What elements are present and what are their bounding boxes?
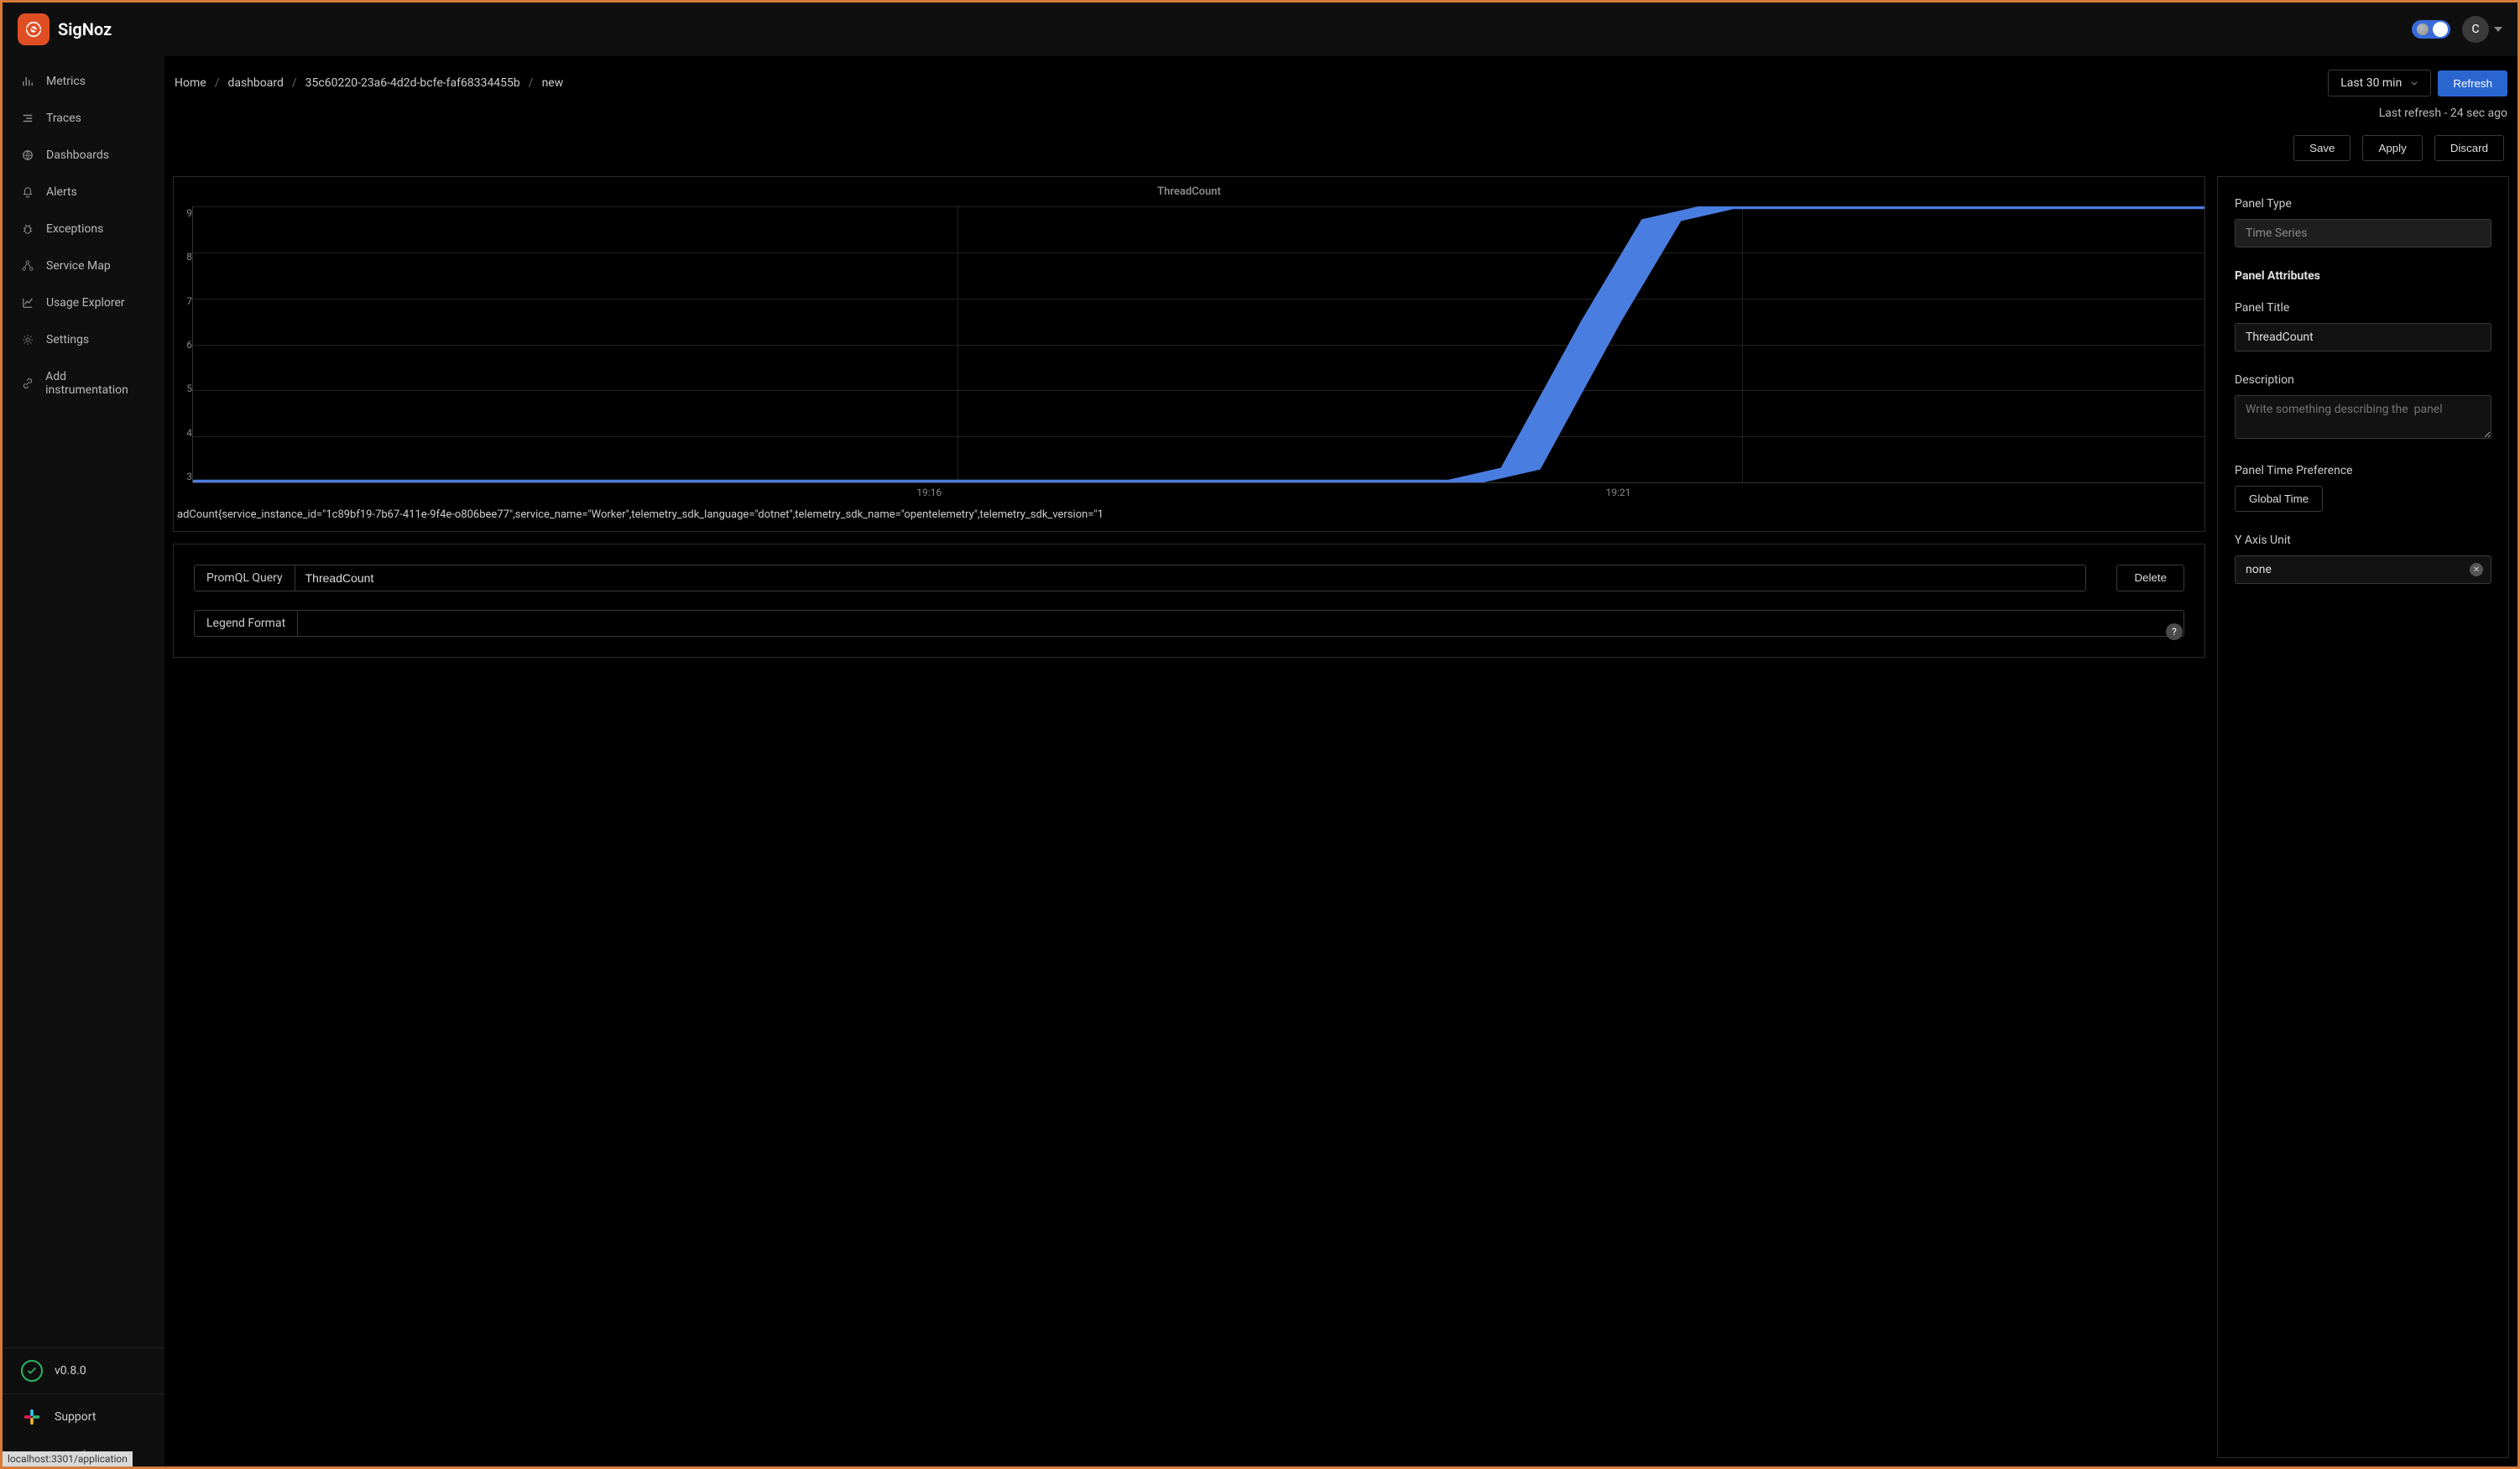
check-circle-icon <box>21 1360 43 1382</box>
breadcrumb-home[interactable]: Home <box>175 76 206 90</box>
breadcrumb: Home / dashboard / 35c60220-23a6-4d2d-bc… <box>175 76 563 90</box>
description-input[interactable] <box>2235 395 2491 439</box>
sidebar-item-service-map[interactable]: Service Map <box>3 247 164 284</box>
sidebar-item-label: Exceptions <box>46 222 103 236</box>
panel-action-row: Save Apply Discard <box>173 125 2509 176</box>
description-label: Description <box>2235 373 2491 387</box>
legend-format-input[interactable] <box>298 610 2184 637</box>
breadcrumb-id[interactable]: 35c60220-23a6-4d2d-bcfe-faf68334455b <box>305 76 520 90</box>
y-axis-unit-input[interactable] <box>2235 555 2491 584</box>
brand-name: SigNoz <box>58 19 112 39</box>
theme-toggle[interactable] <box>2412 20 2450 39</box>
y-axis: 9 8 7 6 5 4 3 <box>174 206 192 483</box>
sidebar-item-label: Service Map <box>46 259 111 273</box>
last-refresh-text: Last refresh - 24 sec ago <box>173 102 2509 125</box>
panel-title-label: Panel Title <box>2235 301 2491 315</box>
brand-logo-icon <box>18 13 50 45</box>
panel-time-pref-label: Panel Time Preference <box>2235 464 2491 477</box>
sidebar-support[interactable]: Support <box>3 1393 164 1440</box>
chart-panel: ThreadCount 9 8 7 6 5 4 3 <box>173 176 2205 532</box>
bar-chart-icon <box>21 75 34 88</box>
sidebar-item-label: Usage Explorer <box>46 296 125 310</box>
support-label: Support <box>55 1410 96 1424</box>
bell-icon <box>21 185 34 199</box>
panel-settings: Panel Type Panel Attributes Panel Title … <box>2217 176 2509 1458</box>
version-label: v0.8.0 <box>55 1364 86 1378</box>
chevron-down-icon <box>2410 79 2418 87</box>
sidebar-item-label: Add instrumentation <box>45 370 146 397</box>
y-axis-unit-label: Y Axis Unit <box>2235 534 2491 547</box>
line-chart-icon <box>21 296 34 310</box>
list-icon <box>21 112 34 125</box>
sidebar-version[interactable]: v0.8.0 <box>3 1347 164 1393</box>
sidebar-item-label: Alerts <box>46 185 77 199</box>
panel-title-input[interactable] <box>2235 323 2491 352</box>
user-menu-caret-icon[interactable] <box>2494 27 2502 32</box>
refresh-button[interactable]: Refresh <box>2438 70 2507 96</box>
slack-icon <box>21 1406 43 1428</box>
breadcrumb-dashboard[interactable]: dashboard <box>227 76 283 90</box>
sidebar-item-traces[interactable]: Traces <box>3 100 164 137</box>
chart-legend: adCount{service_instance_id="1c89bf19-7b… <box>174 498 2204 524</box>
help-icon[interactable]: ? <box>2166 623 2183 640</box>
gear-icon <box>21 333 34 346</box>
status-bar-url: localhost:3301/application <box>3 1451 133 1466</box>
sidebar-item-usage-explorer[interactable]: Usage Explorer <box>3 284 164 321</box>
save-button[interactable]: Save <box>2293 135 2350 161</box>
panel-attributes-heading: Panel Attributes <box>2235 269 2491 283</box>
clear-icon[interactable]: ✕ <box>2470 563 2483 576</box>
breadcrumb-row: Home / dashboard / 35c60220-23a6-4d2d-bc… <box>173 65 2509 102</box>
sidebar-item-dashboards[interactable]: Dashboards <box>3 137 164 174</box>
delete-query-button[interactable]: Delete <box>2116 565 2184 591</box>
sidebar-item-label: Dashboards <box>46 148 109 162</box>
apply-button[interactable]: Apply <box>2362 135 2422 161</box>
chart-title: ThreadCount <box>174 177 2204 206</box>
breadcrumb-current: new <box>542 76 564 90</box>
time-range-dropdown[interactable]: Last 30 min <box>2328 70 2431 96</box>
legend-format-label: Legend Format <box>194 610 298 637</box>
sidebar-item-settings[interactable]: Settings <box>3 321 164 358</box>
avatar[interactable]: C <box>2462 16 2489 43</box>
sidebar: Metrics Traces Dashboards Alerts <box>3 56 164 1466</box>
brand: SigNoz <box>18 13 112 45</box>
sidebar-item-label: Metrics <box>46 75 86 88</box>
sidebar-item-exceptions[interactable]: Exceptions <box>3 211 164 247</box>
topbar: SigNoz C <box>3 3 2517 56</box>
promql-input[interactable] <box>295 565 2087 591</box>
panel-type-value <box>2235 219 2491 247</box>
global-time-button[interactable]: Global Time <box>2235 486 2323 512</box>
link-icon <box>21 377 34 390</box>
bug-icon <box>21 222 34 236</box>
sidebar-item-add-instrumentation[interactable]: Add instrumentation <box>3 358 164 409</box>
globe-icon <box>21 148 34 162</box>
chart-body: 9 8 7 6 5 4 3 <box>174 206 2204 483</box>
time-range-label: Last 30 min <box>2340 76 2402 90</box>
sidebar-item-label: Traces <box>46 112 81 125</box>
query-panel: PromQL Query Delete Legend Format ? <box>173 544 2205 658</box>
sidebar-item-alerts[interactable]: Alerts <box>3 174 164 211</box>
panel-type-label: Panel Type <box>2235 197 2491 211</box>
main-content: Home / dashboard / 35c60220-23a6-4d2d-bc… <box>164 56 2517 1466</box>
chart-line <box>193 206 2204 482</box>
sidebar-item-metrics[interactable]: Metrics <box>3 63 164 100</box>
discard-button[interactable]: Discard <box>2434 135 2504 161</box>
sidebar-item-label: Settings <box>46 333 89 346</box>
promql-label: PromQL Query <box>194 565 295 591</box>
x-axis: 19:16 19:21 <box>174 483 2204 498</box>
chart-plot[interactable] <box>192 206 2204 483</box>
network-icon <box>21 259 34 273</box>
